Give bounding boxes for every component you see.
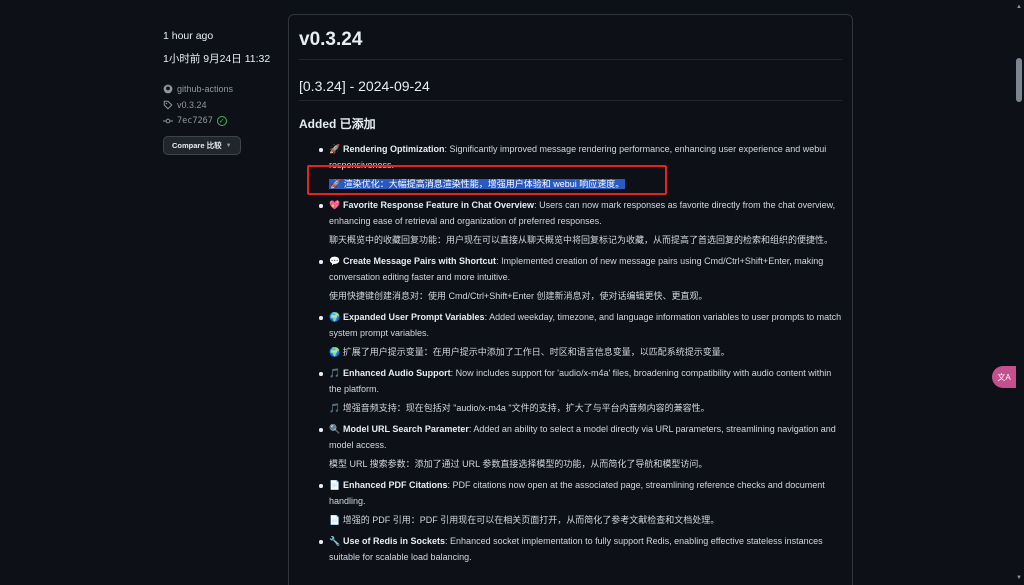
translation-text: 📄 增强的 PDF 引用：PDF 引用现在可以在相关页面打开，从而简化了参考文献… <box>329 515 720 525</box>
changelog-item: 🚀 Rendering Optimization: Significantly i… <box>319 142 842 192</box>
item-emoji-icon: 🌍 <box>329 313 341 323</box>
changelog-item: 🔧 Use of Redis in Sockets: Enhanced socke… <box>319 534 842 565</box>
item-translation: 使用快捷键创建消息对：使用 Cmd/Ctrl+Shift+Enter 创建新消息… <box>329 289 842 304</box>
tag-row[interactable]: v0.3.24 <box>163 100 278 110</box>
section-heading: Added 已添加 <box>299 117 376 131</box>
item-translation: 模型 URL 搜索参数：添加了通过 URL 参数直接选择模型的功能，从而简化了导… <box>329 457 842 472</box>
item-emoji-icon: 📄 <box>329 481 341 491</box>
translation-text: 使用快捷键创建消息对：使用 Cmd/Ctrl+Shift+Enter 创建新消息… <box>329 291 708 301</box>
item-title: Rendering Optimization <box>343 144 445 154</box>
item-emoji-icon: 🚀 <box>329 145 341 155</box>
scrollbar[interactable]: ▲ ▼ <box>1014 0 1024 585</box>
changelog-item: 💖 Favorite Response Feature in Chat Overv… <box>319 198 842 248</box>
changelog-list: 🚀 Rendering Optimization: Significantly i… <box>299 142 842 565</box>
translation-text: 🌍 扩展了用户提示变量：在用户提示中添加了工作日、时区和语言信息变量，以匹配系统… <box>329 347 730 357</box>
release-sidebar: 1 hour ago 1小时前 9月24日 11:32 github-actio… <box>163 30 278 155</box>
item-emoji-icon: 🎵 <box>329 369 341 379</box>
relative-time-translation: 1小时前 9月24日 11:32 <box>163 53 271 65</box>
translation-text: 🎵 增强音频支持：现在包括对 "audio/x-m4a "文件的支持，扩大了与平… <box>329 403 710 413</box>
release-card: v0.3.24 [0.3.24] - 2024-09-24 Added 已添加 … <box>288 14 853 585</box>
item-translation: 🌍 扩展了用户提示变量：在用户提示中添加了工作日、时区和语言信息变量，以匹配系统… <box>329 345 842 360</box>
translation-text: 模型 URL 搜索参数：添加了通过 URL 参数直接选择模型的功能，从而简化了导… <box>329 459 708 469</box>
item-translation: 聊天概览中的收藏回复功能：用户现在可以直接从聊天概览中将回复标记为收藏，从而提高… <box>329 233 842 248</box>
author-name[interactable]: github-actions <box>177 84 233 94</box>
translate-icon: 文A <box>997 372 1011 382</box>
translate-float-button[interactable]: 文A <box>992 366 1016 388</box>
author-row[interactable]: github-actions <box>163 84 278 94</box>
release-subtitle: [0.3.24] - 2024-09-24 <box>299 78 842 101</box>
github-icon <box>163 84 173 94</box>
changelog-item: 📄 Enhanced PDF Citations: PDF citations n… <box>319 478 842 528</box>
changelog-item: 🔍 Model URL Search Parameter: Added an ab… <box>319 422 842 472</box>
tag-name[interactable]: v0.3.24 <box>177 100 207 110</box>
item-emoji-icon: 💬 <box>329 257 341 267</box>
check-icon[interactable]: ✓ <box>216 116 227 126</box>
item-title: Expanded User Prompt Variables <box>343 312 485 322</box>
commit-hash[interactable]: 7ec7267 <box>177 116 213 126</box>
compare-button-label: Compare 比较 <box>172 141 222 150</box>
item-emoji-icon: 🔍 <box>329 425 341 435</box>
compare-button[interactable]: Compare 比较 ▼ <box>163 136 241 155</box>
item-title: Favorite Response Feature in Chat Overvi… <box>343 200 535 210</box>
caret-down-icon: ▼ <box>225 142 232 149</box>
release-title[interactable]: v0.3.24 <box>299 29 842 60</box>
item-title: Model URL Search Parameter <box>343 424 469 434</box>
item-title: Enhanced Audio Support <box>343 368 451 378</box>
scrollbar-thumb[interactable] <box>1016 58 1022 102</box>
commit-icon <box>163 118 173 124</box>
tag-icon <box>163 100 173 110</box>
item-emoji-icon: 💖 <box>329 201 341 211</box>
changelog-item: 🎵 Enhanced Audio Support: Now includes su… <box>319 366 842 416</box>
scroll-up-icon[interactable]: ▲ <box>1016 4 1022 10</box>
item-translation: 🎵 增强音频支持：现在包括对 "audio/x-m4a "文件的支持，扩大了与平… <box>329 401 842 416</box>
item-emoji-icon: 🔧 <box>329 537 341 547</box>
translation-text: 聊天概览中的收藏回复功能：用户现在可以直接从聊天概览中将回复标记为收藏，从而提高… <box>329 235 834 245</box>
item-title: Enhanced PDF Citations <box>343 480 448 490</box>
scroll-down-icon[interactable]: ▼ <box>1016 575 1022 581</box>
item-translation: 📄 增强的 PDF 引用：PDF 引用现在可以在相关页面打开，从而简化了参考文献… <box>329 513 842 528</box>
relative-time: 1 hour ago <box>163 30 214 42</box>
item-title: Create Message Pairs with Shortcut <box>343 256 497 266</box>
changelog-item: 🌍 Expanded User Prompt Variables: Added w… <box>319 310 842 360</box>
selected-translation-text: 🚀 渲染优化：大幅提高消息渲染性能，增强用户体验和 webui 响应速度。 <box>329 179 626 189</box>
item-translation: 🚀 渲染优化：大幅提高消息渲染性能，增强用户体验和 webui 响应速度。 <box>329 177 842 192</box>
item-title: Use of Redis in Sockets <box>343 536 446 546</box>
changelog-item: 💬 Create Message Pairs with Shortcut: Imp… <box>319 254 842 304</box>
commit-row[interactable]: 7ec7267 ✓ <box>163 116 278 126</box>
